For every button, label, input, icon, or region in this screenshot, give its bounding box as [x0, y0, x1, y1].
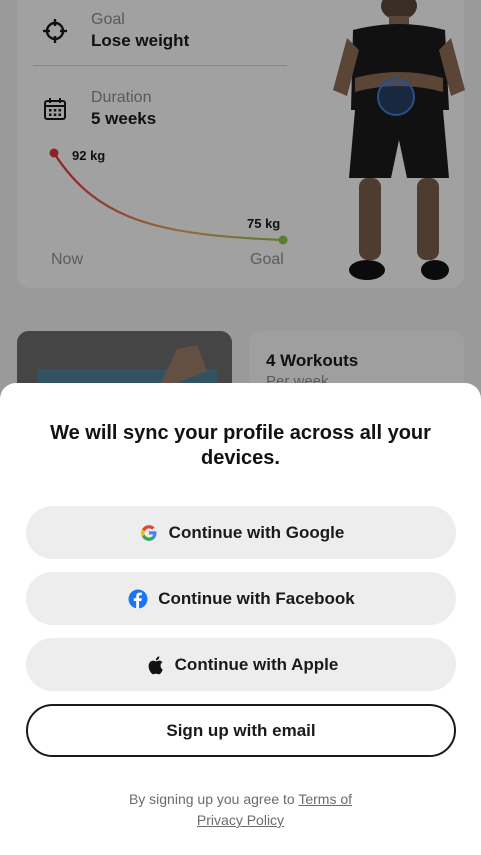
signup-bottom-sheet: We will sync your profile across all you… — [0, 383, 481, 855]
apple-button-label: Continue with Apple — [174, 654, 339, 674]
google-button-label: Continue with Google — [168, 522, 345, 542]
continue-with-apple-button[interactable]: Continue with Apple — [26, 638, 456, 691]
email-button-label: Sign up with email — [166, 720, 316, 740]
legal-notice: By signing up you agree to Terms of Priv… — [60, 789, 421, 831]
privacy-policy-link[interactable]: Privacy Policy — [197, 812, 284, 828]
facebook-icon — [127, 588, 149, 610]
google-icon — [138, 522, 160, 544]
legal-prefix: By signing up you agree to — [128, 791, 299, 807]
apple-icon — [144, 654, 166, 676]
sign-up-with-email-button[interactable]: Sign up with email — [26, 704, 456, 757]
sheet-title: We will sync your profile across all you… — [50, 422, 431, 469]
continue-with-facebook-button[interactable]: Continue with Facebook — [26, 572, 456, 625]
facebook-button-label: Continue with Facebook — [158, 588, 355, 608]
continue-with-google-button[interactable]: Continue with Google — [26, 506, 456, 559]
terms-link[interactable]: Terms of — [298, 791, 352, 807]
